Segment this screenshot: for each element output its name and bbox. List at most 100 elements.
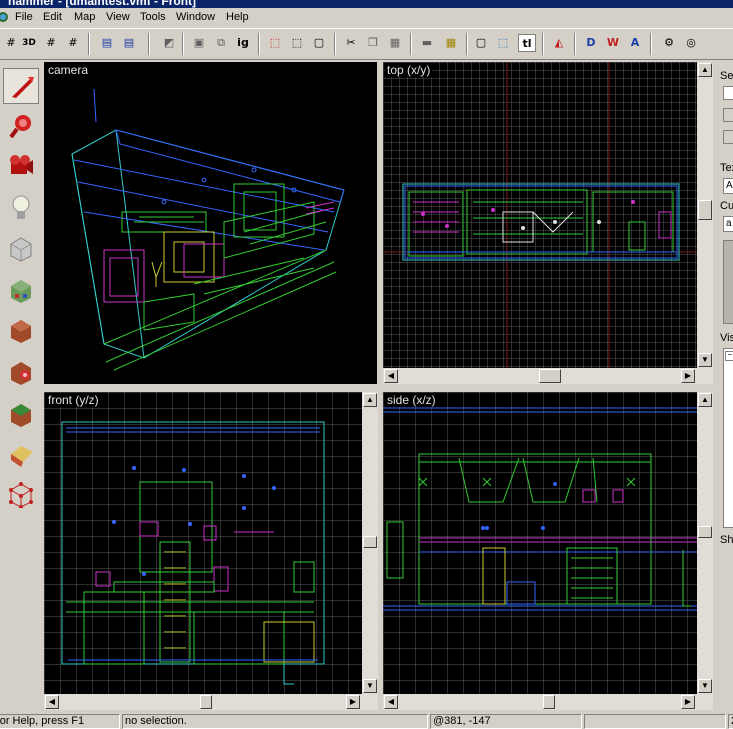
group-icon[interactable]: ▣: [190, 34, 208, 52]
select-checkbox[interactable]: [723, 86, 733, 100]
scroll-thumb[interactable]: [698, 200, 712, 220]
radius-culling-icon[interactable]: ◭: [550, 34, 568, 52]
texture-scale-icon[interactable]: ▦: [442, 34, 460, 52]
scroll-right-icon[interactable]: ▶: [681, 695, 695, 709]
grid-larger-icon[interactable]: #: [64, 34, 82, 52]
texture-group-label: Tex: [720, 162, 733, 174]
tool-palette: [0, 62, 42, 512]
select-label: Se: [720, 70, 733, 82]
front-viewport-hscroll[interactable]: ◀ ▶: [44, 694, 378, 710]
scroll-thumb[interactable]: [698, 526, 712, 538]
top-viewport-vscroll[interactable]: ▲ ▼: [697, 62, 713, 368]
menu-tools[interactable]: Tools: [140, 11, 166, 23]
textures-lock-button[interactable]: tl: [518, 34, 536, 52]
scroll-thumb[interactable]: [539, 369, 561, 383]
toolbar: # 3D # # ▤ ▤ ◩ ▣ ⧉ ig ⬚ ⬚ ▢ ✂ ❐ ▦ ▬ ▦ ▢ …: [0, 28, 733, 60]
overlay-tool[interactable]: [3, 396, 39, 432]
menu-window[interactable]: Window: [176, 11, 215, 23]
scroll-up-icon[interactable]: ▲: [698, 393, 712, 407]
grid-smaller-icon[interactable]: #: [42, 34, 60, 52]
visgroups-label: Vis: [720, 332, 733, 344]
texture-preview[interactable]: [723, 240, 733, 324]
scroll-down-icon[interactable]: ▼: [698, 679, 712, 693]
collapse-icon[interactable]: −: [725, 351, 733, 361]
carve-icon[interactable]: ◩: [160, 34, 178, 52]
scroll-down-icon[interactable]: ▼: [698, 353, 712, 367]
scroll-thumb[interactable]: [543, 695, 555, 709]
texture-lock-icon[interactable]: ▬: [418, 34, 436, 52]
camera-icon: [10, 155, 33, 174]
3d-grid-icon[interactable]: 3D: [20, 34, 38, 52]
check-problems-icon[interactable]: W: [604, 34, 622, 52]
texture-group-dropdown[interactable]: A: [723, 178, 733, 194]
selection-box-icon[interactable]: ▢: [472, 34, 490, 52]
decal-tool[interactable]: [3, 354, 39, 390]
visgroups-list[interactable]: −: [723, 348, 733, 528]
side-viewport-hscroll[interactable]: ◀ ▶: [383, 694, 713, 710]
ignore-groups-button[interactable]: ig: [234, 34, 252, 52]
menu-file[interactable]: File: [15, 11, 33, 23]
overlay-cube-icon: [11, 404, 31, 427]
apply-current-texture-tool[interactable]: [3, 312, 39, 348]
current-texture-dropdown[interactable]: a: [723, 216, 733, 232]
decal-cube-icon: [11, 362, 31, 385]
status-help: For Help, press F1: [0, 714, 120, 729]
run-map-icon[interactable]: ◎: [682, 34, 700, 52]
scroll-down-icon[interactable]: ▼: [363, 679, 377, 693]
scroll-left-icon[interactable]: ◀: [384, 695, 398, 709]
scroll-left-icon[interactable]: ◀: [45, 695, 59, 709]
block-tool[interactable]: [3, 230, 39, 266]
front-viewport[interactable]: front (y/z): [44, 392, 362, 694]
camera-tool[interactable]: [3, 148, 39, 184]
pointer-icon: [12, 77, 34, 98]
menu-view[interactable]: View: [106, 11, 130, 23]
entity-report-icon[interactable]: A: [626, 34, 644, 52]
ungroup-icon[interactable]: ⧉: [212, 34, 230, 52]
title-bar: hammer - [dmaintest.vmf - Front]: [0, 0, 733, 8]
show-button[interactable]: She: [720, 534, 733, 546]
paste-icon[interactable]: ▦: [386, 34, 404, 52]
show-all-icon[interactable]: ▢: [310, 34, 328, 52]
select-button-2[interactable]: [723, 130, 733, 144]
side-viewport-vscroll[interactable]: ▲ ▼: [697, 392, 713, 694]
entity-tool[interactable]: [3, 190, 39, 226]
menu-bar: File Edit Map View Tools Window Help: [0, 8, 733, 28]
grid-toggle-icon[interactable]: #: [2, 34, 20, 52]
autoselect-icon[interactable]: ⬚: [494, 34, 512, 52]
hide-selected-icon[interactable]: ⬚: [266, 34, 284, 52]
selection-tool[interactable]: [3, 68, 39, 104]
object-panel: Se Tex A Curr a Vis − She: [716, 60, 733, 710]
camera-viewport[interactable]: camera: [44, 62, 377, 384]
scroll-right-icon[interactable]: ▶: [681, 369, 695, 383]
status-coordinates: @381, -147: [430, 714, 582, 729]
map-properties-icon[interactable]: D: [582, 34, 600, 52]
top-viewport-hscroll[interactable]: ◀ ▶: [383, 368, 713, 384]
front-viewport-vscroll[interactable]: ▲ ▼: [362, 392, 378, 694]
status-bar: For Help, press F1 no selection. @381, -…: [0, 712, 733, 729]
hide-unselected-icon[interactable]: ⬚: [288, 34, 306, 52]
scroll-up-icon[interactable]: ▲: [363, 393, 377, 407]
top-viewport-label: top (x/y): [385, 63, 433, 77]
light-bulb-icon: [12, 195, 30, 219]
scroll-right-icon[interactable]: ▶: [346, 695, 360, 709]
cordon-icon[interactable]: ⚙: [660, 34, 678, 52]
menu-help[interactable]: Help: [226, 11, 249, 23]
load-window-state-icon[interactable]: ▤: [98, 34, 116, 52]
menu-edit[interactable]: Edit: [43, 11, 62, 23]
top-viewport[interactable]: top (x/y): [383, 62, 697, 368]
menu-map[interactable]: Map: [74, 11, 95, 23]
vertex-tool[interactable]: [3, 476, 39, 512]
scroll-up-icon[interactable]: ▲: [698, 63, 712, 77]
texture-application-tool[interactable]: [3, 272, 39, 308]
front-viewport-label: front (y/z): [46, 393, 101, 407]
scroll-left-icon[interactable]: ◀: [384, 369, 398, 383]
save-window-state-icon[interactable]: ▤: [120, 34, 138, 52]
cut-icon[interactable]: ✂: [342, 34, 360, 52]
side-viewport[interactable]: side (x/z): [383, 392, 697, 694]
clipping-tool[interactable]: [3, 436, 39, 472]
scroll-thumb[interactable]: [363, 536, 377, 548]
select-button[interactable]: [723, 108, 733, 122]
copy-icon[interactable]: ❐: [364, 34, 382, 52]
scroll-thumb[interactable]: [200, 695, 212, 709]
magnify-tool[interactable]: [3, 108, 39, 144]
